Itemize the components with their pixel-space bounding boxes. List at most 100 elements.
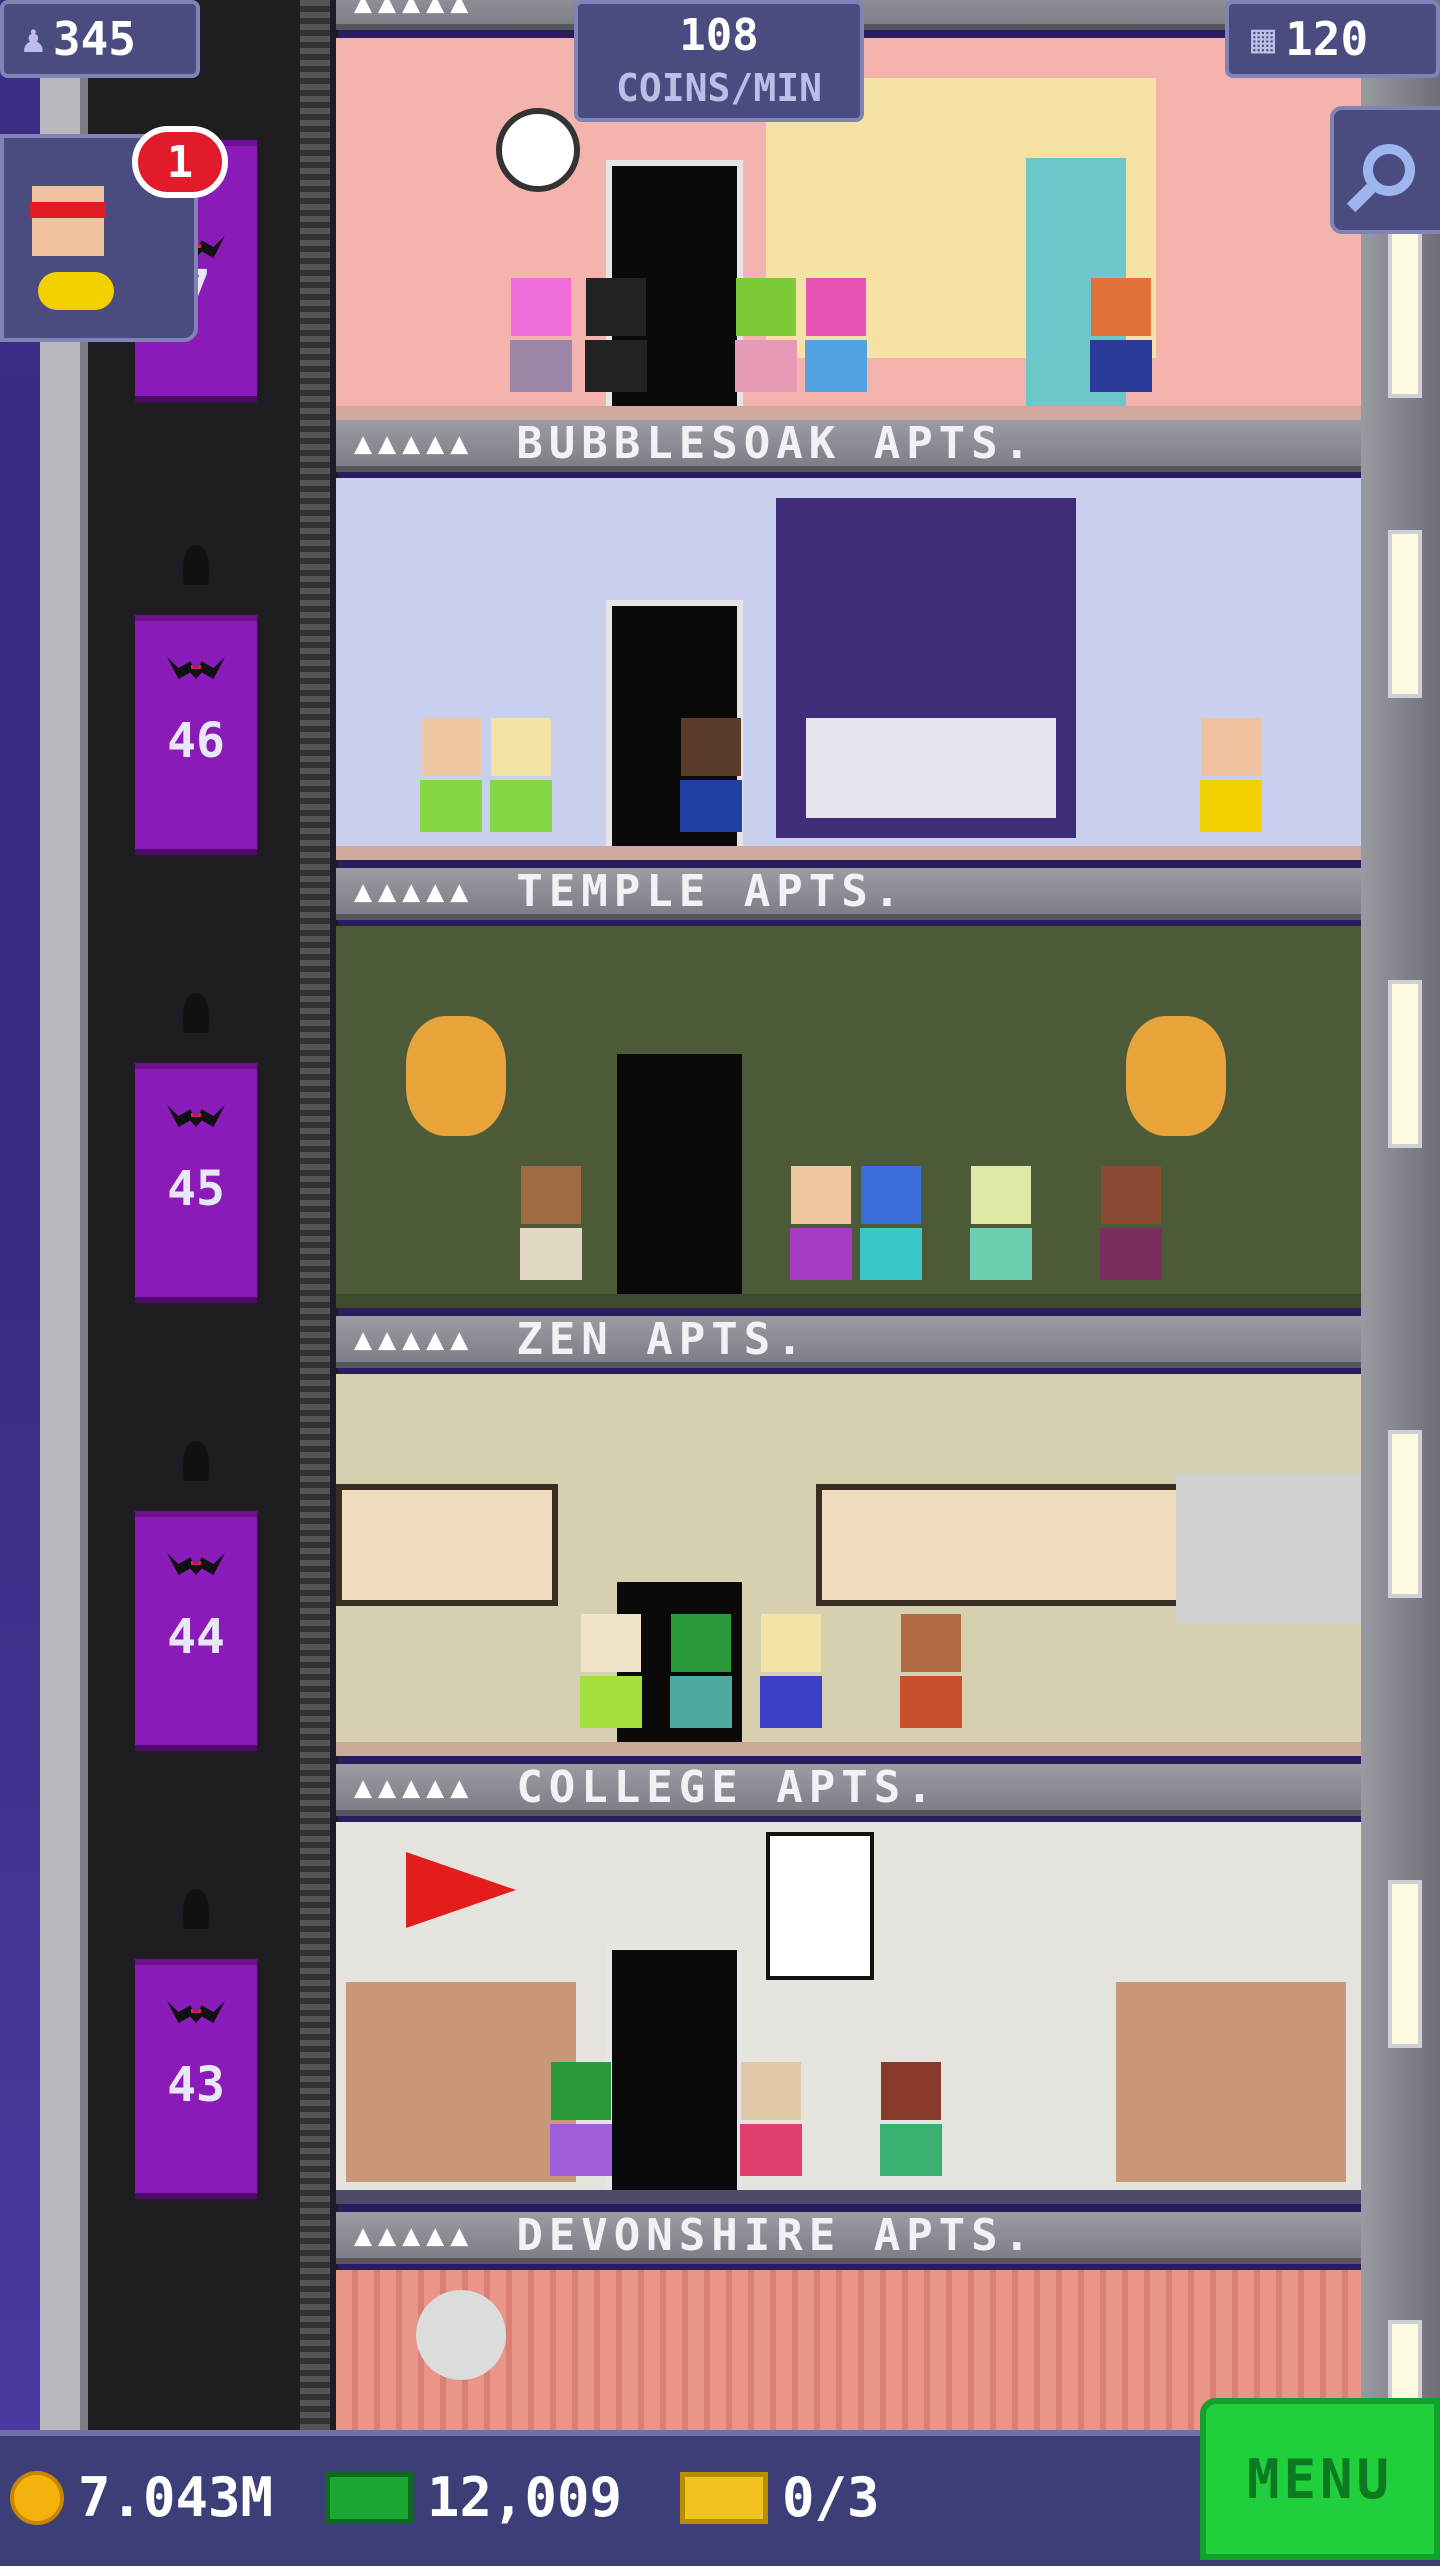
elevator-car[interactable]: 43: [135, 1959, 257, 2199]
floor-name: DEVONSHIRE APTS.: [516, 2209, 1037, 2261]
floor-label-bar: ▲▲▲▲▲ BUBBLESOAK APTS.: [336, 417, 1361, 472]
floor-stars: ▲▲▲▲▲: [354, 1769, 475, 1805]
resident[interactable]: [516, 1166, 586, 1286]
resident[interactable]: [676, 718, 746, 838]
coins-display[interactable]: 7.043M: [10, 2466, 273, 2529]
population-counter[interactable]: ♟ 345: [0, 0, 200, 78]
floor-bubblesoak[interactable]: ▲▲▲▲▲ BUBBLESOAK APTS.: [336, 417, 1361, 868]
resident[interactable]: [856, 1166, 926, 1286]
resident[interactable]: [966, 1166, 1036, 1286]
vip-avatar: [32, 186, 104, 256]
bux-icon: [325, 2471, 413, 2524]
resident[interactable]: [506, 278, 576, 398]
floor-label-bar: ▲▲▲▲▲ DEVONSHIRE APTS.: [336, 2209, 1361, 2264]
floor-devonshire[interactable]: ▲▲▲▲▲ DEVONSHIRE APTS.: [336, 2209, 1361, 2430]
elevator-car[interactable]: 45: [135, 1063, 257, 1303]
statue-head: [1126, 1016, 1226, 1136]
floor-stars: ▲▲▲▲▲: [354, 0, 475, 20]
room-door: [611, 1048, 748, 1294]
resident[interactable]: [581, 278, 651, 398]
floor-zen[interactable]: ▲▲▲▲▲ ZEN APTS.: [336, 1313, 1361, 1764]
menu-button[interactable]: MENU: [1200, 2398, 1440, 2560]
elevator-car[interactable]: 44: [135, 1511, 257, 1751]
floor-stars: ▲▲▲▲▲: [354, 1321, 475, 1357]
floor-count-value: 120: [1285, 12, 1369, 66]
resident[interactable]: [666, 1614, 736, 1734]
resident[interactable]: [1096, 1166, 1166, 1286]
room-interior: [336, 478, 1361, 860]
shaft-lamp-icon: [183, 545, 209, 585]
floor-name: TEMPLE APTS.: [516, 865, 907, 917]
resident[interactable]: [736, 2062, 806, 2182]
person-icon: ♟: [22, 17, 45, 61]
pennant-flag: [406, 1852, 516, 1928]
resident[interactable]: [896, 1614, 966, 1734]
resident[interactable]: [756, 1614, 826, 1734]
elevator-car-label: 44: [167, 1609, 225, 1665]
bathtub: [806, 718, 1056, 818]
floor-name: ZEN APTS.: [516, 1313, 809, 1365]
elevator-wall: [40, 0, 90, 2430]
resident[interactable]: [801, 278, 871, 398]
shaft-lamp-icon: [183, 1889, 209, 1929]
coins-per-min-panel: 108 COINS/MIN: [574, 0, 864, 122]
room-interior: [336, 1822, 1361, 2204]
clock-icon: [496, 108, 580, 192]
room-door: [606, 1944, 743, 2190]
bat-icon: [167, 657, 225, 679]
mirror: [416, 2290, 506, 2380]
coins-value: 7.043M: [78, 2466, 274, 2529]
search-button[interactable]: [1330, 106, 1440, 234]
floor-name: BUBBLESOAK APTS.: [516, 417, 1037, 469]
tickets-value: 0/3: [782, 2466, 880, 2529]
population-value: 345: [52, 12, 136, 66]
resident[interactable]: [486, 718, 556, 838]
floor-college[interactable]: ▲▲▲▲▲ COLLEGE APTS.: [336, 1762, 1361, 2212]
floor-label-bar: ▲▲▲▲▲ COLLEGE APTS.: [336, 1762, 1361, 1816]
cabinet: [1176, 1474, 1361, 1624]
elevator-car[interactable]: 46: [135, 615, 257, 855]
window-light: [1388, 980, 1422, 1148]
building-icon: ▦: [1251, 16, 1276, 62]
magnifier-icon: [1363, 144, 1415, 196]
resident[interactable]: [416, 718, 486, 838]
window-light: [1388, 1880, 1422, 2048]
resident[interactable]: [876, 2062, 946, 2182]
bat-icon: [167, 2001, 225, 2023]
resident[interactable]: [576, 1614, 646, 1734]
bat-icon: [167, 1105, 225, 1127]
ticket-icon: [680, 2471, 768, 2524]
resident[interactable]: [786, 1166, 856, 1286]
statue-head: [406, 1016, 506, 1136]
coin-icon: [10, 2470, 64, 2525]
resident[interactable]: [1196, 718, 1266, 838]
coins-per-min-value: 108: [679, 10, 759, 61]
resident[interactable]: [546, 2062, 616, 2182]
tickets-display[interactable]: 0/3: [680, 2466, 880, 2529]
room-interior: [336, 1374, 1361, 1756]
floor-stars: ▲▲▲▲▲: [354, 873, 475, 909]
window-light: [1388, 1430, 1422, 1598]
glasses-icon: [30, 202, 106, 218]
room-interior: [336, 926, 1361, 1308]
shaft-lamp-icon: [183, 993, 209, 1033]
resident[interactable]: [1086, 278, 1156, 398]
floor-stars: ▲▲▲▲▲: [354, 2217, 475, 2253]
sky-background: [0, 0, 40, 2430]
floor-counter[interactable]: ▦ 120: [1225, 0, 1440, 78]
elevator-car-label: 46: [167, 713, 225, 769]
poster: [766, 1832, 874, 1980]
window-light: [1388, 530, 1422, 698]
elevator-rail: [300, 0, 330, 2430]
floor-stars: ▲▲▲▲▲: [354, 425, 475, 461]
floor-temple[interactable]: ▲▲▲▲▲ TEMPLE APTS.: [336, 865, 1361, 1316]
bux-display[interactable]: 12,009: [325, 2466, 622, 2529]
shaft-lamp-icon: [183, 1441, 209, 1481]
coins-per-min-label: COINS/MIN: [616, 66, 822, 110]
resident[interactable]: [731, 278, 801, 398]
bux-value: 12,009: [427, 2466, 623, 2529]
floor-label-bar: ▲▲▲▲▲ ZEN APTS.: [336, 1313, 1361, 1368]
bunk-bed: [346, 1982, 576, 2182]
zen-window: [336, 1484, 558, 1606]
window-light: [1388, 230, 1422, 398]
